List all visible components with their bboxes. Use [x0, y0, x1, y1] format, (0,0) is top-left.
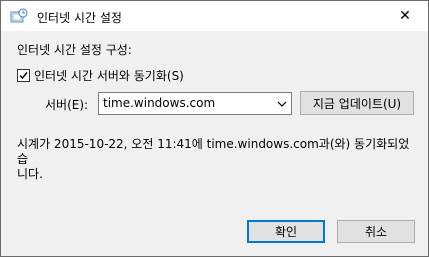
update-now-button[interactable]: 지금 업데이트(U): [300, 91, 414, 115]
cancel-button[interactable]: 취소: [337, 220, 415, 243]
server-value: time.windows.com: [103, 96, 216, 110]
status-line-1: 시계가 2015-10-22, 오전 11:41에 time.windows.c…: [17, 137, 410, 166]
internet-time-settings-dialog: 인터넷 시간 설정 ✕ 인터넷 시간 설정 구성: 인터넷 시간 서버와 동기화…: [0, 0, 429, 257]
server-label: 서버(E):: [45, 98, 89, 112]
chevron-down-icon[interactable]: [277, 98, 287, 108]
close-icon: ✕: [399, 8, 411, 24]
internet-time-icon: [10, 8, 28, 24]
config-label: 인터넷 시간 설정 구성:: [17, 43, 132, 57]
sync-checkbox-label: 인터넷 시간 서버와 동기화(S): [34, 69, 184, 83]
window-title: 인터넷 시간 설정: [37, 11, 122, 25]
cancel-label: 취소: [364, 225, 388, 239]
sync-checkbox-row[interactable]: 인터넷 시간 서버와 동기화(S): [17, 67, 184, 84]
checkmark-icon: [19, 72, 28, 80]
ok-button[interactable]: 확인: [247, 220, 325, 243]
status-line-2: 니다.: [17, 167, 43, 181]
close-button[interactable]: ✕: [382, 1, 428, 31]
server-combobox[interactable]: time.windows.com: [98, 92, 292, 115]
status-text: 시계가 2015-10-22, 오전 11:41에 time.windows.c…: [17, 137, 417, 182]
title-bar[interactable]: 인터넷 시간 설정 ✕: [1, 1, 428, 31]
ok-label: 확인: [274, 225, 298, 239]
update-now-label: 지금 업데이트(U): [312, 96, 402, 111]
sync-checkbox[interactable]: [17, 69, 30, 82]
